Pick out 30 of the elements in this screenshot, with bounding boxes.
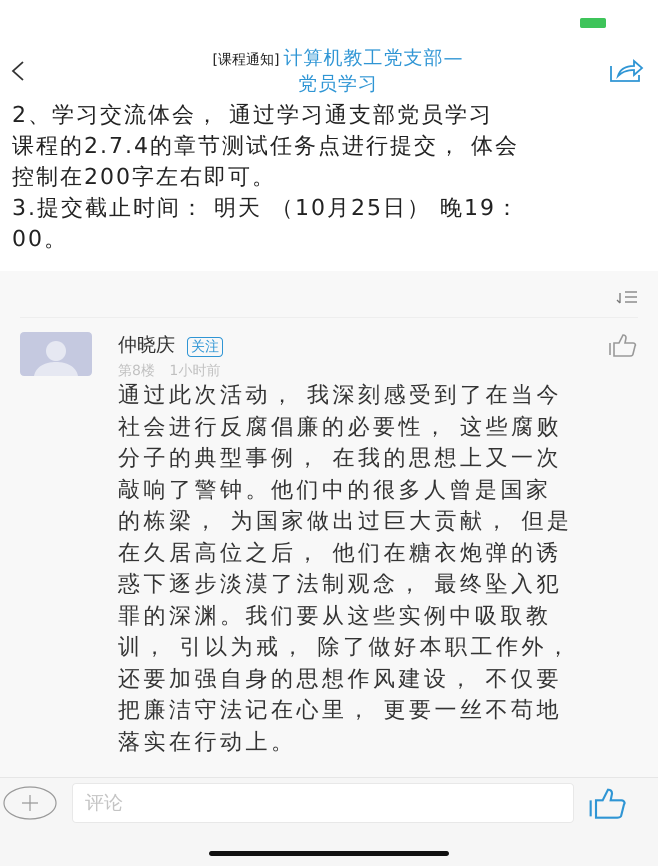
comment-text: 的栋梁， 为国家做出过巨大贡献， 但是 bbox=[118, 508, 572, 536]
comment-text: 罪的深渊。我们要从这些实例中吸取教 bbox=[118, 602, 552, 630]
like-button[interactable] bbox=[588, 787, 628, 819]
article-paragraph: 控制在200字左右即可。 bbox=[12, 164, 276, 192]
share-button[interactable] bbox=[608, 58, 644, 84]
article-paragraph: 00。 bbox=[12, 226, 68, 254]
author-name[interactable]: 仲晓庆 bbox=[118, 334, 175, 356]
page-title: 党员学习 bbox=[298, 72, 378, 94]
comment-text: 敲响了警钟。他们中的很多人曾是国家 bbox=[118, 476, 552, 504]
comment-input[interactable]: 评论 bbox=[72, 783, 574, 823]
comment-text: 落实在行动上。 bbox=[118, 728, 296, 756]
comment-text: 分子的典型事例， 在我的思想上又一次 bbox=[118, 445, 562, 473]
comment-text: 训， 引以为戒， 除了做好本职工作外， bbox=[118, 634, 572, 662]
comment-text: 通过此次活动， 我深刻感受到了在当今 bbox=[118, 382, 562, 410]
comment-text: 把廉洁守法记在心里， 更要一丝不苟地 bbox=[118, 697, 562, 725]
notice-tag: [课程通知] bbox=[212, 52, 280, 68]
comment-text: 还要加强自身的思想作风建设， 不仅要 bbox=[118, 666, 562, 694]
comment-text: 在久居高位之后， 他们在糖衣炮弹的诱 bbox=[118, 540, 562, 568]
page-title: 计算机教工党支部— bbox=[283, 46, 464, 68]
like-icon[interactable] bbox=[608, 333, 638, 357]
comment-meta: 第8楼 1小时前 bbox=[118, 362, 222, 380]
article-paragraph: 3.提交截止时间： 明天 （10月25日） 晚19： bbox=[12, 195, 520, 223]
add-button[interactable] bbox=[2, 785, 58, 821]
article-paragraph: 2、学习交流体会， 通过学习通支部党员学习 bbox=[12, 102, 493, 130]
avatar bbox=[20, 332, 92, 376]
comment-text: 惑下逐步淡漠了法制观念， 最终坠入犯 bbox=[118, 571, 562, 599]
battery-icon bbox=[580, 18, 606, 28]
article-paragraph: 课程的2.7.4的章节测试任务点进行提交， 体会 bbox=[12, 133, 519, 161]
comment-text: 社会进行反腐倡廉的必要性， 这些腐败 bbox=[118, 414, 562, 442]
sort-icon[interactable] bbox=[616, 289, 638, 305]
